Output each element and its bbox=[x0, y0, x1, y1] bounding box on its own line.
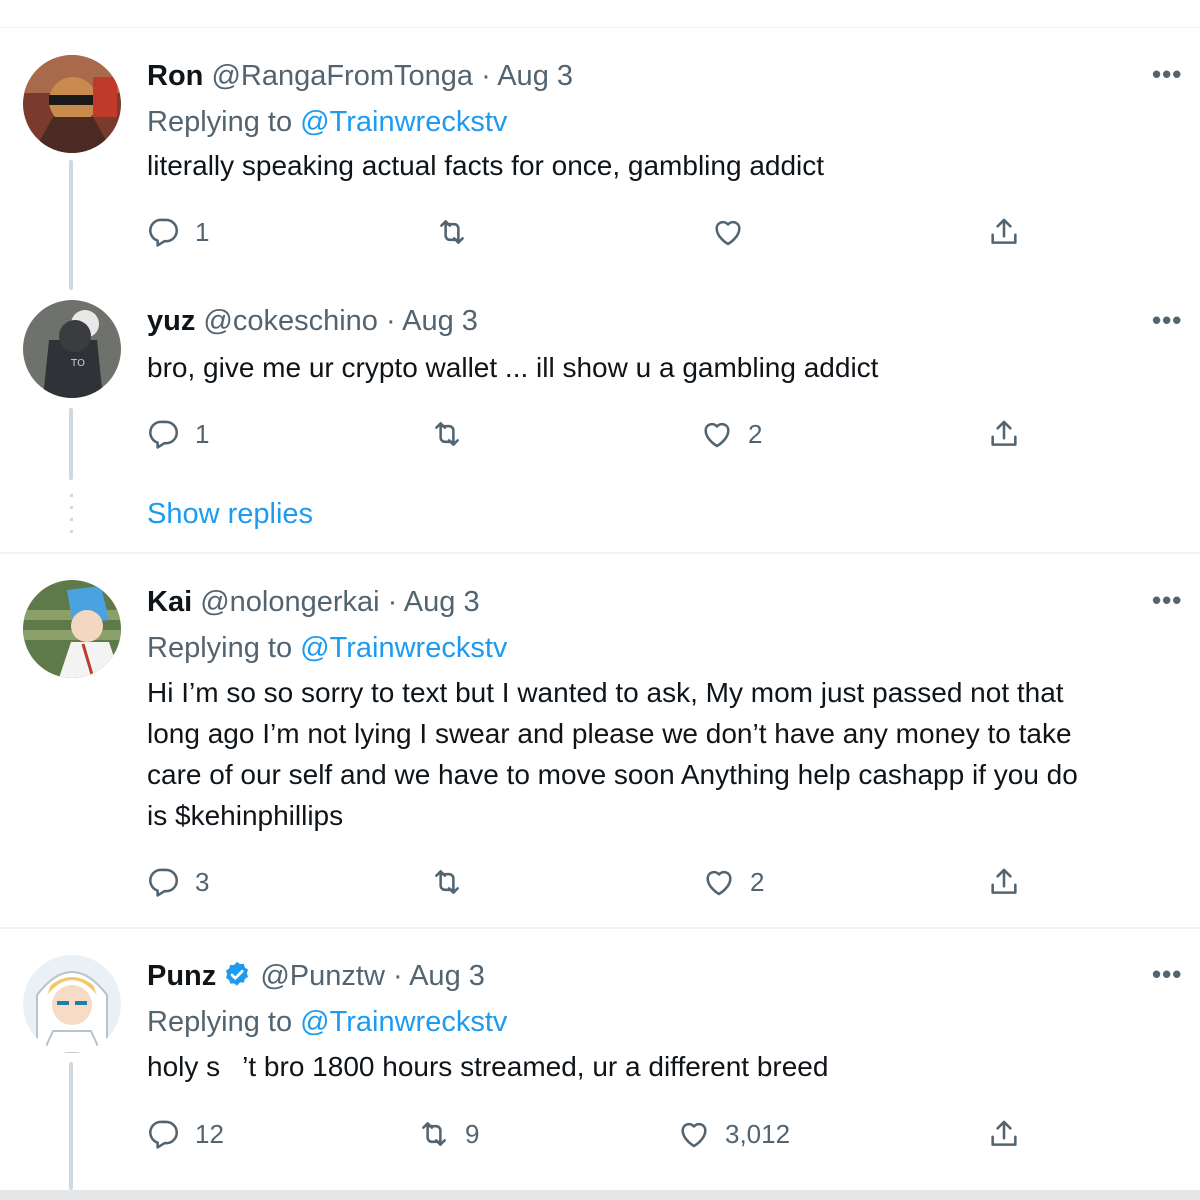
tweet-text: holy s ’t bro 1800 hours streamed, ur a d… bbox=[147, 1046, 1187, 1087]
like-button[interactable]: 2 bbox=[700, 417, 762, 451]
display-name[interactable]: Punz bbox=[147, 960, 216, 992]
tweet-text-end: ’t bro 1800 hours streamed, ur a differe… bbox=[242, 1051, 829, 1082]
tweet-text-line: Hi I’m so so sorry to text but I wanted … bbox=[147, 677, 1064, 708]
more-icon[interactable]: ••• bbox=[1152, 961, 1182, 987]
like-icon bbox=[700, 417, 734, 451]
retweet-button[interactable] bbox=[430, 417, 478, 451]
replying-to-label: Replying to bbox=[147, 1006, 293, 1038]
avatar[interactable] bbox=[23, 55, 121, 153]
reply-count: 3 bbox=[195, 866, 210, 897]
retweet-icon bbox=[430, 865, 464, 899]
thread-dots bbox=[70, 494, 73, 536]
like-count: 3,012 bbox=[725, 1118, 791, 1149]
tweet-date[interactable]: Aug 3 bbox=[402, 305, 478, 337]
replying-to: Replying to @Trainwreckstv bbox=[147, 1004, 507, 1040]
reply-icon bbox=[147, 417, 181, 451]
like-count: 2 bbox=[748, 418, 763, 449]
reply-count: 1 bbox=[195, 216, 210, 247]
retweet-button[interactable]: 9 bbox=[417, 1117, 479, 1151]
user-handle[interactable]: @cokeschino bbox=[203, 305, 378, 337]
reply-icon bbox=[147, 215, 181, 249]
top-divider bbox=[0, 27, 1200, 28]
retweet-button[interactable] bbox=[430, 865, 478, 899]
tweet-date[interactable]: Aug 3 bbox=[404, 586, 480, 618]
mention-link[interactable]: @Trainwreckstv bbox=[300, 632, 507, 664]
display-name[interactable]: yuz bbox=[147, 305, 195, 337]
tweet-text: literally speaking actual facts for once… bbox=[147, 150, 825, 181]
tweet-header: yuz @cokeschino · Aug 3 bbox=[147, 303, 478, 339]
like-button[interactable]: 2 bbox=[702, 865, 764, 899]
retweet-icon bbox=[435, 215, 469, 249]
user-handle[interactable]: @Punztw bbox=[260, 960, 385, 992]
reply-button[interactable]: 1 bbox=[147, 417, 209, 451]
separator-dot: · bbox=[387, 586, 398, 618]
thread-line bbox=[69, 1062, 73, 1190]
tweet-header: Kai @nolongerkai · Aug 3 bbox=[147, 584, 480, 620]
reply-count: 1 bbox=[195, 418, 210, 449]
display-name[interactable]: Kai bbox=[147, 586, 192, 618]
like-count: 2 bbox=[750, 866, 765, 897]
replying-to: Replying to @Trainwreckstv bbox=[147, 630, 507, 666]
more-icon[interactable]: ••• bbox=[1152, 61, 1182, 87]
replying-to-label: Replying to bbox=[147, 106, 293, 138]
tweet-text: Hi I’m so so sorry to text but I wanted … bbox=[147, 672, 1187, 836]
share-icon bbox=[987, 417, 1021, 451]
avatar[interactable] bbox=[23, 580, 121, 678]
censor-mark bbox=[220, 1053, 243, 1084]
like-button[interactable] bbox=[711, 215, 759, 249]
avatar[interactable]: TO bbox=[23, 300, 121, 398]
reply-button[interactable]: 3 bbox=[147, 865, 209, 899]
share-icon bbox=[987, 215, 1021, 249]
tweet-header: Punz @Punztw · Aug 3 bbox=[147, 958, 485, 999]
tweet-text: bro, give me ur crypto wallet ... ill sh… bbox=[147, 352, 879, 383]
tweet-text-line: care of our self and we have to move soo… bbox=[147, 759, 1078, 790]
svg-text:TO: TO bbox=[70, 358, 85, 369]
avatar[interactable] bbox=[23, 955, 121, 1053]
bottom-edge bbox=[0, 1190, 1200, 1200]
thread-line bbox=[69, 160, 73, 290]
replying-to: Replying to @Trainwreckstv bbox=[147, 104, 507, 140]
mention-link[interactable]: @Trainwreckstv bbox=[300, 106, 507, 138]
more-icon[interactable]: ••• bbox=[1152, 307, 1182, 333]
display-name[interactable]: Ron bbox=[147, 60, 203, 92]
like-icon bbox=[711, 215, 745, 249]
share-button[interactable] bbox=[987, 1117, 1021, 1151]
tweet-header: Ron @RangaFromTonga · Aug 3 bbox=[147, 58, 573, 94]
share-button[interactable] bbox=[987, 865, 1021, 899]
tweet-text-line: is $kehinphillips bbox=[147, 800, 344, 831]
tweet-text-start: holy s bbox=[147, 1051, 221, 1082]
show-replies-link[interactable]: Show replies bbox=[147, 498, 313, 531]
reply-icon bbox=[147, 865, 181, 899]
user-handle[interactable]: @RangaFromTonga bbox=[211, 60, 473, 92]
retweet-button[interactable] bbox=[435, 215, 483, 249]
replying-to-label: Replying to bbox=[147, 632, 293, 664]
thread-line bbox=[69, 408, 73, 480]
share-button[interactable] bbox=[987, 215, 1021, 249]
reply-icon bbox=[147, 1117, 181, 1151]
like-button[interactable]: 3,012 bbox=[677, 1117, 790, 1151]
retweet-icon bbox=[417, 1117, 451, 1151]
like-icon bbox=[702, 865, 736, 899]
separator-dot: · bbox=[386, 305, 396, 337]
retweet-count: 9 bbox=[465, 1118, 480, 1149]
reply-button[interactable]: 12 bbox=[147, 1117, 224, 1151]
tweet-divider bbox=[0, 552, 1200, 554]
share-icon bbox=[987, 1117, 1021, 1151]
tweet-date[interactable]: Aug 3 bbox=[497, 60, 573, 92]
verified-badge-icon bbox=[222, 960, 252, 999]
retweet-icon bbox=[430, 417, 464, 451]
user-handle[interactable]: @nolongerkai bbox=[200, 586, 379, 618]
tweet-divider bbox=[0, 927, 1200, 929]
mention-link[interactable]: @Trainwreckstv bbox=[300, 1006, 507, 1038]
share-icon bbox=[987, 865, 1021, 899]
more-icon[interactable]: ••• bbox=[1152, 587, 1182, 613]
tweet-text-line: long ago I’m not lying I swear and pleas… bbox=[147, 718, 1072, 749]
share-button[interactable] bbox=[987, 417, 1021, 451]
reply-button[interactable]: 1 bbox=[147, 215, 209, 249]
separator-dot: · bbox=[392, 960, 403, 992]
reply-count: 12 bbox=[195, 1118, 224, 1149]
separator-dot: · bbox=[481, 60, 491, 92]
like-icon bbox=[677, 1117, 711, 1151]
tweet-date[interactable]: Aug 3 bbox=[409, 960, 485, 992]
